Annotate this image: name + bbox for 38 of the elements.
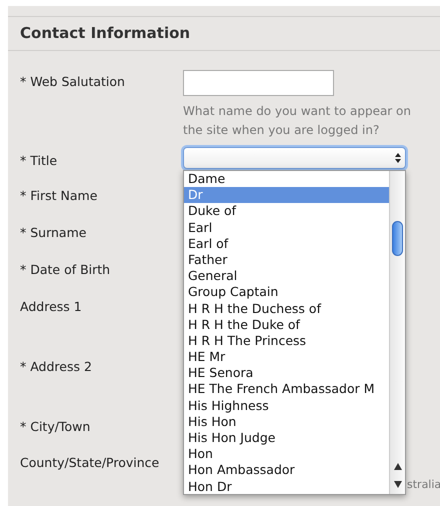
field-label: * First Name (20, 188, 98, 204)
dropdown-option[interactable]: HE Senora (184, 365, 389, 382)
dropdown-option[interactable]: His Highness (184, 398, 389, 414)
dropdown-option[interactable]: Duke of (184, 203, 389, 220)
dropdown-option[interactable]: Earl (184, 220, 389, 236)
dropdown-option[interactable]: Earl of (184, 236, 389, 252)
dropdown-option[interactable]: Dame (184, 171, 389, 188)
dropdown-option[interactable]: Hon Ambassador (184, 462, 389, 479)
field-label: * Surname (20, 225, 88, 241)
dropdown-option[interactable]: Hon (184, 446, 389, 462)
dropdown-option[interactable]: His Hon (184, 414, 389, 430)
field-hint: stralia (407, 477, 440, 493)
stepper-icon (395, 153, 401, 163)
field-hint: What name do you want to appear on the site when you are logged in? (183, 103, 412, 139)
section-title: Contact Information (20, 23, 190, 44)
scroll-thumb[interactable] (392, 221, 403, 256)
field-label: * City/Town (20, 419, 92, 435)
scroll-up-icon[interactable] (394, 463, 402, 470)
field-label: Address 1 (20, 299, 83, 315)
scrollbar[interactable] (389, 171, 405, 494)
dropdown-option[interactable]: Father (184, 252, 389, 268)
title-select[interactable] (183, 147, 406, 169)
field-label: * Web Salutation (20, 74, 126, 90)
dropdown-option[interactable]: H R H the Duke of (184, 316, 389, 333)
dropdown-option[interactable]: HE Mr (184, 349, 389, 366)
scroll-down-icon[interactable] (394, 481, 402, 488)
field-label: * Title (20, 153, 58, 169)
dropdown-option[interactable]: HE The French Ambassador M (184, 381, 389, 398)
field-label: * Address 2 (20, 359, 93, 375)
dropdown-option[interactable]: His Hon Judge (184, 430, 389, 446)
dropdown-option[interactable]: H R H The Princess (184, 332, 389, 350)
text-field[interactable] (183, 70, 334, 96)
dropdown-option[interactable]: Group Captain (184, 284, 389, 300)
dropdown-option[interactable]: General (184, 268, 389, 284)
dropdown-option[interactable]: H R H the Duchess of (184, 300, 389, 317)
dropdown-option[interactable]: Hon Dr (184, 478, 389, 495)
field-label: County/State/Province (20, 455, 160, 471)
field-label: * Date of Birth (20, 262, 112, 278)
